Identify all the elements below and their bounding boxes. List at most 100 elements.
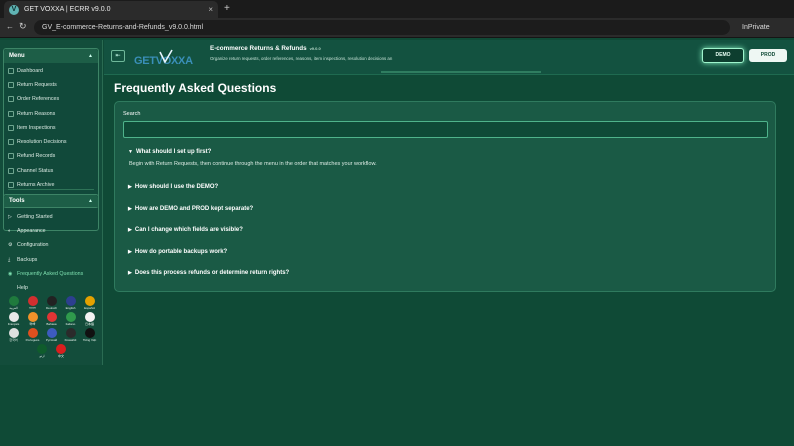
flag-label: Bahasa: [46, 322, 57, 326]
app-title: E-commerce Returns & Refunds v9.0.0: [210, 45, 321, 52]
app-title-text: E-commerce Returns & Refunds: [210, 45, 307, 52]
menu-section-header[interactable]: Menu ▲: [4, 49, 98, 63]
sidebar-item-order-references[interactable]: Order References: [8, 96, 59, 102]
prod-button[interactable]: PROD: [749, 49, 787, 62]
menu-section-title: Menu: [9, 53, 25, 59]
tools-item-icon: ◐: [8, 228, 12, 234]
language-flag-button[interactable]: English: [61, 296, 80, 310]
expanded-arrow-icon: ▼: [128, 149, 133, 155]
collapse-caret-icon[interactable]: ▲: [88, 198, 93, 204]
orders-icon: [8, 96, 14, 102]
flag-label: 한국어: [9, 338, 18, 342]
language-flag-button[interactable]: 中文: [52, 344, 71, 358]
faq-question-text: What should I set up first?: [135, 149, 212, 155]
flag-icon: [65, 328, 76, 338]
flag-label: Français: [7, 322, 20, 326]
collapsed-arrow-icon: ▶: [128, 227, 132, 233]
tools-item-help[interactable]: Help: [8, 285, 28, 291]
faq-answer: Begin with Return Requests, then continu…: [129, 161, 377, 167]
flag-icon: [27, 296, 38, 306]
tools-item-label: Configuration: [17, 242, 49, 248]
faq-question[interactable]: ▶ How should I use the DEMO?: [128, 184, 218, 190]
inprivate-badge[interactable]: InPrivate: [742, 24, 770, 31]
url-field[interactable]: GV_E-commerce-Returns-and-Refunds_v9.0.0…: [34, 20, 730, 35]
flag-label: Português: [25, 338, 40, 342]
app-version: v9.0.0: [309, 46, 321, 51]
faq-question-text: How do portable backups work?: [134, 249, 228, 255]
flag-icon: [65, 312, 76, 322]
sidebar-toggle-icon[interactable]: ⇤: [111, 50, 125, 62]
language-flag-button[interactable]: Français: [4, 312, 23, 326]
sidebar-item-returns-archive[interactable]: Returns Archive: [8, 182, 54, 188]
faq-question[interactable]: ▶ Can I change which fields are visible?: [128, 227, 243, 233]
refund-icon: [8, 153, 14, 159]
language-flag-button[interactable]: Español: [80, 296, 99, 310]
collapsed-arrow-icon: ▶: [128, 270, 132, 276]
sidebar-item-channel-status[interactable]: Channel Status: [8, 168, 53, 174]
reload-icon[interactable]: ↻: [19, 21, 27, 32]
tools-item-backups[interactable]: ⤓ Backups: [8, 257, 37, 263]
app-subtitle: Organize return requests, order referenc…: [210, 56, 393, 61]
collapse-caret-icon[interactable]: ▲: [88, 53, 93, 59]
language-flag-button[interactable]: 日本語: [80, 312, 99, 326]
language-flag-button[interactable]: বাংলা: [23, 296, 42, 312]
flag-label: Deutsch: [45, 306, 57, 310]
language-flag-button[interactable]: Português: [23, 328, 42, 342]
browser-tab[interactable]: V GET VOXXA | ECRR v9.0.0 ×: [4, 1, 218, 18]
language-flag-button[interactable]: हिन्दी: [23, 312, 42, 326]
faq-question[interactable]: ▶ How do portable backups work?: [128, 249, 227, 255]
flag-icon: [84, 296, 95, 306]
faq-question[interactable]: ▶ How are DEMO and PROD kept separate?: [128, 206, 253, 212]
language-flag-button[interactable]: اردو: [33, 344, 52, 358]
sidebar-item-refund-records[interactable]: Refund Records: [8, 153, 55, 159]
demo-button[interactable]: DEMO: [702, 48, 744, 63]
sidebar-item-label: Refund Records: [17, 153, 56, 159]
faq-question-text: Can I change which fields are visible?: [134, 227, 243, 233]
language-flag-button[interactable]: Kiswahili: [61, 328, 80, 342]
tools-item-configuration[interactable]: ⚙ Configuration: [8, 242, 49, 248]
decision-icon: [8, 139, 14, 145]
section-divider: [8, 189, 94, 190]
flag-label: Italiano: [65, 322, 76, 326]
back-arrow-icon[interactable]: ←: [6, 22, 14, 31]
tools-item-getting-started[interactable]: ▷ Getting Started: [8, 214, 53, 220]
sidebar-item-return-reasons[interactable]: Return Reasons: [8, 111, 55, 117]
faq-question[interactable]: ▶ Does this process refunds or determine …: [128, 270, 289, 276]
sidebar-item-label: Item Inspections: [17, 125, 56, 131]
new-tab-icon[interactable]: +: [224, 3, 230, 14]
language-flag-button[interactable]: Italiano: [61, 312, 80, 326]
search-input[interactable]: [123, 121, 768, 138]
tools-item-frequently-asked-questions[interactable]: ◉ Frequently Asked Questions: [8, 271, 83, 277]
faq-question[interactable]: ▼ What should I set up first?: [128, 149, 211, 155]
flag-label: English: [65, 306, 76, 310]
language-flag-button[interactable]: العربية: [4, 296, 23, 310]
sidebar-item-item-inspections[interactable]: Item Inspections: [8, 125, 56, 131]
sidebar-item-return-requests[interactable]: Return Requests: [8, 82, 57, 88]
language-flag-button[interactable]: Deutsch: [42, 296, 61, 310]
collapsed-arrow-icon: ▶: [128, 184, 132, 190]
sidebar-item-resolution-decisions[interactable]: Resolution Decisions: [8, 139, 66, 145]
flag-icon: [84, 328, 95, 338]
sidebar-item-label: Returns Archive: [17, 182, 55, 188]
tools-item-icon: ▷: [8, 214, 12, 220]
header-underline: [381, 71, 541, 73]
language-flag-button[interactable]: Русский: [42, 328, 61, 342]
address-bar: ← ↻ GV_E-commerce-Returns-and-Refunds_v9…: [0, 18, 794, 38]
logo-text: GETVOXXA: [134, 55, 193, 67]
faq-question-text: Does this process refunds or determine r…: [134, 270, 290, 276]
flag-icon: [8, 312, 19, 322]
tools-section-head: Tools ▲: [4, 195, 98, 207]
language-flag-button[interactable]: Tiếng Việt: [80, 328, 99, 342]
tools-item-icon: ⤓: [8, 257, 11, 263]
tools-item-appearance[interactable]: ◐ Appearance: [8, 228, 46, 234]
language-flag-button[interactable]: 한국어: [4, 328, 23, 342]
flag-label: हिन्दी: [29, 322, 36, 326]
tab-close-icon[interactable]: ×: [208, 5, 213, 14]
channel-icon: [8, 168, 14, 174]
flag-label: العربية: [9, 306, 18, 310]
sidebar-item-dashboard[interactable]: Dashboard: [8, 68, 43, 74]
tools-section-header[interactable]: Tools ▲: [3, 194, 99, 208]
flag-label: Kiswahili: [64, 338, 77, 342]
app-header: ⇤ GETVOXXA E-commerce Returns & Refunds v…: [104, 40, 794, 75]
language-flag-button[interactable]: Bahasa: [42, 312, 61, 326]
